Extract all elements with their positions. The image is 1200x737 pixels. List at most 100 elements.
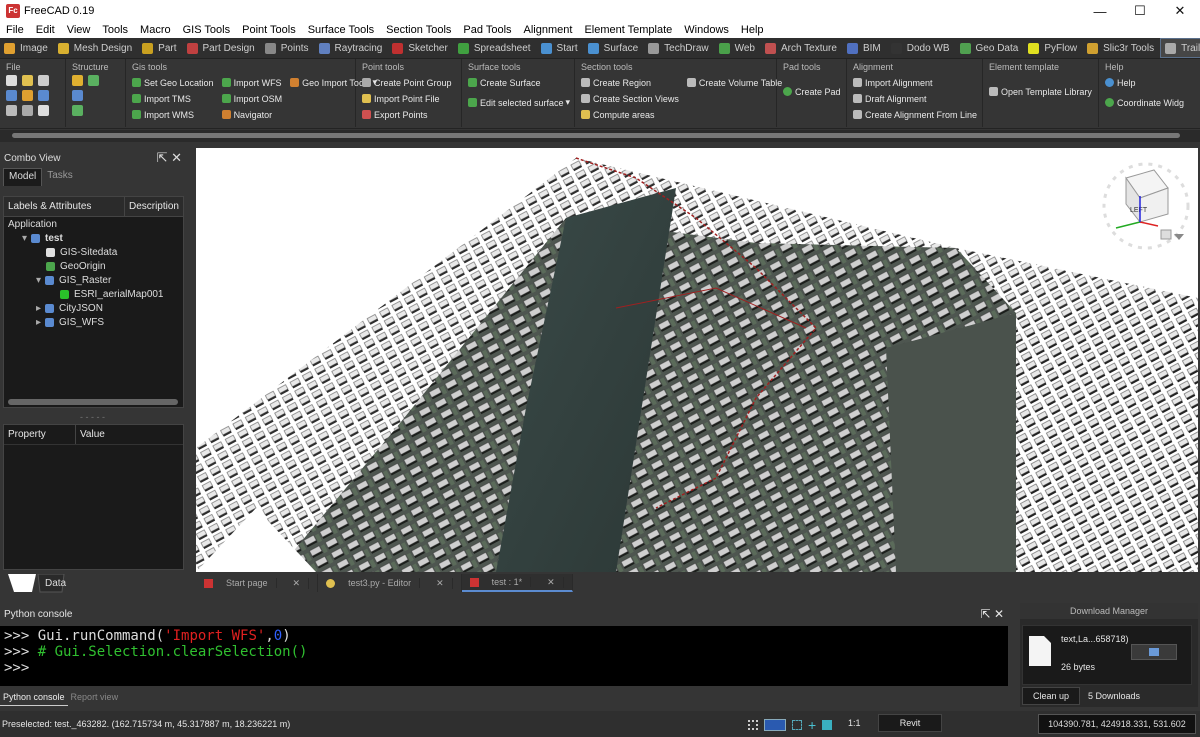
edit-surface-button[interactable]: Edit selected surface ▾ xyxy=(468,95,570,110)
expand-arrow-icon[interactable]: ▸ xyxy=(36,303,41,314)
create-surface-button[interactable]: Create Surface xyxy=(468,75,568,90)
cut-icon[interactable] xyxy=(22,105,33,116)
close-window-icon[interactable]: ✕ xyxy=(1160,0,1200,22)
menu-macro[interactable]: Macro xyxy=(134,24,177,36)
coordinate-widget-button[interactable]: Coordinate Widg xyxy=(1105,95,1184,110)
menu-tools[interactable]: Tools xyxy=(96,24,134,36)
workbench-dodo-wb[interactable]: Dodo WB xyxy=(887,38,956,58)
workbench-image[interactable]: Image xyxy=(0,38,54,58)
workbench-points[interactable]: Points xyxy=(261,38,315,58)
redo-icon[interactable] xyxy=(38,90,49,101)
expand-arrow-icon[interactable]: ▾ xyxy=(36,275,41,286)
tree-item[interactable]: GeoOrigin xyxy=(4,259,183,273)
workbench-slic3r-tools[interactable]: Slic3r Tools xyxy=(1083,38,1160,58)
scrollbar-thumb[interactable] xyxy=(12,133,1180,138)
grid-icon[interactable] xyxy=(748,720,758,730)
close-panel-icon[interactable]: ✕ xyxy=(994,607,1004,621)
menu-file[interactable]: File xyxy=(0,24,30,36)
draft-alignment-button[interactable]: Draft Alignment xyxy=(853,91,976,106)
workbench-part[interactable]: Part xyxy=(138,38,182,58)
workbench-raytracing[interactable]: Raytracing xyxy=(315,38,389,58)
compute-areas-button[interactable]: Compute areas xyxy=(581,107,679,122)
add-icon[interactable]: + xyxy=(808,717,816,733)
import-osm-button[interactable]: Import OSM xyxy=(221,91,282,106)
import-point-file-button[interactable]: Import Point File xyxy=(362,91,455,106)
create-volume-table-button[interactable]: Create Volume Table xyxy=(686,75,782,90)
create-section-views-button[interactable]: Create Section Views xyxy=(581,91,679,106)
tree-item[interactable]: ▸ GIS_WFS xyxy=(4,315,183,329)
undock-icon[interactable]: ⇱ xyxy=(981,607,991,621)
navigation-style-button[interactable]: Revit xyxy=(878,714,942,732)
description-column-header[interactable]: Description xyxy=(125,197,183,216)
close-tab-icon[interactable]: ✕ xyxy=(539,576,564,588)
tab-report-view[interactable]: Report view xyxy=(68,690,122,706)
save-icon[interactable] xyxy=(38,75,49,86)
help-button[interactable]: Help xyxy=(1105,75,1173,90)
python-console[interactable]: >>> Gui.runCommand('Import WFS',0) >>> #… xyxy=(0,626,1008,686)
tab-test-document[interactable]: test : 1* ✕ xyxy=(461,574,573,592)
create-alignment-from-line-button[interactable]: Create Alignment From Line xyxy=(853,107,977,122)
workbench-mesh-design[interactable]: Mesh Design xyxy=(54,38,138,58)
menu-alignment[interactable]: Alignment xyxy=(518,24,579,36)
tab-tasks[interactable]: Tasks xyxy=(42,168,78,186)
tree-item[interactable]: GIS-Sitedata xyxy=(4,245,183,259)
maximize-icon[interactable]: ☐ xyxy=(1120,0,1160,22)
close-tab-icon[interactable]: ✕ xyxy=(428,577,453,589)
splitter-handle[interactable]: - - - - - xyxy=(80,412,105,422)
set-geo-location-button[interactable]: Set Geo Location xyxy=(132,75,214,90)
tab-python-console[interactable]: Python console xyxy=(0,690,68,706)
data-tab[interactable]: Data xyxy=(45,578,66,589)
menu-element-template[interactable]: Element Template xyxy=(578,24,678,36)
menu-gis-tools[interactable]: GIS Tools xyxy=(177,24,237,36)
workbench-geo-data[interactable]: Geo Data xyxy=(956,38,1025,58)
menu-surface-tools[interactable]: Surface Tools xyxy=(302,24,380,36)
menu-help[interactable]: Help xyxy=(735,24,770,36)
tree-item[interactable]: ▸ CityJSON xyxy=(4,301,183,315)
open-icon[interactable] xyxy=(22,75,33,86)
clean-up-button[interactable]: Clean up xyxy=(1022,687,1080,705)
workbench-start[interactable]: Start xyxy=(537,38,584,58)
expand-arrow-icon[interactable]: ▾ xyxy=(22,233,27,244)
import-wfs-button[interactable]: Import WFS xyxy=(221,75,283,90)
save-as-icon[interactable] xyxy=(6,90,17,101)
create-point-group-button[interactable]: Create Point Group xyxy=(362,75,455,90)
tab-model[interactable]: Model xyxy=(3,168,43,186)
arrow-icon[interactable] xyxy=(72,105,83,116)
import-tms-button[interactable]: Import TMS xyxy=(132,91,214,106)
close-panel-icon[interactable]: ✕ xyxy=(171,150,182,165)
new-icon[interactable] xyxy=(6,75,17,86)
tree-item[interactable]: ▾ GIS_Raster xyxy=(4,273,183,287)
snap-icon[interactable] xyxy=(792,720,802,730)
workbench-trails-alpha[interactable]: Trails (alpha) xyxy=(1160,38,1200,58)
part-icon[interactable] xyxy=(72,75,83,86)
import-alignment-button[interactable]: Import Alignment xyxy=(853,75,976,90)
paste-icon[interactable] xyxy=(38,105,49,116)
menu-windows[interactable]: Windows xyxy=(678,24,735,36)
import-wms-button[interactable]: Import WMS xyxy=(132,107,214,122)
menu-point-tools[interactable]: Point Tools xyxy=(236,24,302,36)
workbench-techdraw[interactable]: TechDraw xyxy=(644,38,714,58)
workbench-spreadsheet[interactable]: Spreadsheet xyxy=(454,38,537,58)
workbench-web[interactable]: Web xyxy=(715,38,761,58)
minimize-icon[interactable]: — xyxy=(1080,0,1120,22)
open-template-library-button[interactable]: Open Template Library xyxy=(989,84,1092,99)
expand-arrow-icon[interactable]: ▸ xyxy=(36,317,41,328)
menu-pad-tools[interactable]: Pad Tools xyxy=(457,24,517,36)
workbench-bim[interactable]: BIM xyxy=(843,38,887,58)
tree-item[interactable]: ▾ test xyxy=(4,231,183,245)
open-folder-button[interactable] xyxy=(1131,644,1177,660)
workbench-sketcher[interactable]: Sketcher xyxy=(388,38,453,58)
navigator-button[interactable]: Navigator xyxy=(221,107,283,122)
close-tab-icon[interactable]: ✕ xyxy=(285,577,310,589)
menu-edit[interactable]: Edit xyxy=(30,24,61,36)
group-icon[interactable] xyxy=(72,90,83,101)
draw-style-icon[interactable] xyxy=(764,719,786,731)
labels-column-header[interactable]: Labels & Attributes xyxy=(4,197,125,216)
workbench-arch-texture[interactable]: Arch Texture xyxy=(761,38,843,58)
tree-scrollbar[interactable] xyxy=(8,399,178,405)
scale-ratio[interactable]: 1:1 xyxy=(848,718,861,728)
tab-start-page[interactable]: Start page ✕ xyxy=(196,574,319,592)
menu-view[interactable]: View xyxy=(61,24,97,36)
link-icon[interactable] xyxy=(88,75,99,86)
view-icon[interactable] xyxy=(822,720,833,730)
